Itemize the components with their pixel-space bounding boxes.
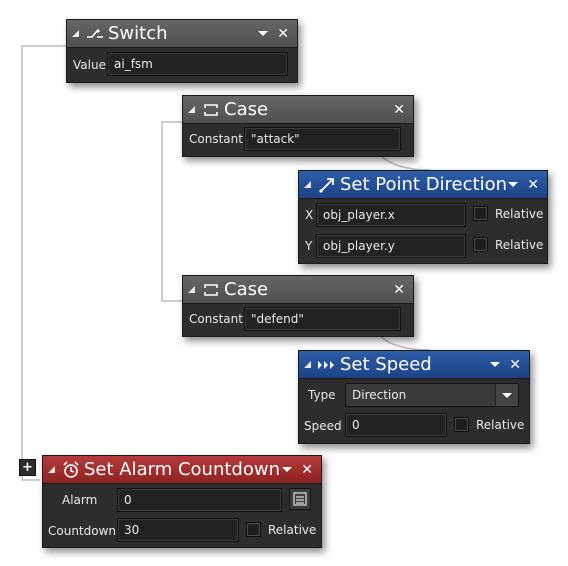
alarm-label: Alarm [62, 493, 98, 507]
constant-label: Constant [189, 132, 243, 146]
point-direction-header[interactable]: Set Point Direction ✕ [299, 171, 547, 199]
case-attack-block[interactable]: Case ✕ Constant "attack" [182, 95, 414, 157]
x-relative-label: Relative [495, 207, 544, 221]
block-title: Set Speed [340, 354, 432, 375]
case-icon [201, 281, 221, 299]
countdown-label: Countdown [48, 524, 117, 538]
point-direction-icon [317, 176, 337, 194]
case-header[interactable]: Case ✕ [183, 276, 413, 304]
y-relative-label: Relative [495, 238, 544, 252]
collapse-arrow-icon[interactable] [188, 286, 195, 293]
close-button[interactable]: ✕ [277, 26, 289, 42]
close-button[interactable]: ✕ [393, 102, 405, 118]
close-button[interactable]: ✕ [393, 282, 405, 298]
value-field[interactable]: ai_fsm [107, 52, 288, 76]
x-relative-checkbox[interactable] [473, 206, 488, 221]
y-field[interactable]: obj_player.y [316, 234, 466, 258]
block-menu-button[interactable] [282, 467, 293, 472]
switch-icon [85, 25, 105, 43]
speed-label: Speed [304, 419, 342, 433]
speed-field[interactable]: 0 [345, 413, 447, 437]
type-select[interactable]: Direction [345, 383, 519, 407]
close-button[interactable]: ✕ [509, 357, 521, 373]
chevron-down-icon[interactable] [495, 384, 518, 406]
collapse-arrow-icon[interactable] [48, 466, 55, 473]
countdown-relative-checkbox[interactable] [246, 522, 261, 537]
alarm-field[interactable]: 0 [117, 488, 282, 512]
block-menu-button[interactable] [508, 182, 519, 187]
case-icon [201, 101, 221, 119]
constant-field[interactable]: "defend" [244, 307, 401, 331]
collapse-arrow-icon[interactable] [304, 361, 311, 368]
alarm-clock-icon [61, 460, 81, 479]
close-button[interactable]: ✕ [301, 462, 313, 478]
countdown-relative-label: Relative [268, 523, 317, 537]
y-relative-checkbox[interactable] [473, 237, 488, 252]
block-menu-button[interactable] [258, 31, 269, 36]
constant-field[interactable]: "attack" [244, 127, 401, 151]
set-alarm-countdown-block[interactable]: Set Alarm Countdown ✕ Alarm 0 Countdown … [42, 455, 322, 548]
block-title: Set Point Direction [340, 174, 508, 195]
variable-picker-icon[interactable] [289, 488, 311, 510]
x-label: X [305, 208, 314, 222]
x-field[interactable]: obj_player.x [316, 203, 466, 227]
speed-icon [317, 356, 337, 374]
y-label: Y [305, 239, 313, 253]
switch-header[interactable]: Switch ✕ [67, 20, 297, 48]
block-title: Switch [108, 23, 168, 44]
expand-button[interactable]: + [19, 459, 36, 476]
collapse-arrow-icon[interactable] [188, 106, 195, 113]
collapse-arrow-icon[interactable] [304, 181, 311, 188]
switch-block[interactable]: Switch ✕ Value ai_fsm [66, 19, 298, 83]
constant-label: Constant [189, 312, 243, 326]
alarm-header[interactable]: Set Alarm Countdown ✕ [43, 456, 321, 484]
value-label: Value [73, 58, 106, 72]
block-title: Case [224, 99, 269, 120]
collapse-arrow-icon[interactable] [72, 30, 79, 37]
type-label: Type [308, 388, 336, 402]
set-speed-block[interactable]: Set Speed ✕ Type Direction Speed 0 Relat… [298, 350, 530, 444]
case-header[interactable]: Case ✕ [183, 96, 413, 124]
close-button[interactable]: ✕ [527, 177, 539, 193]
case-defend-block[interactable]: Case ✕ Constant "defend" [182, 275, 414, 337]
set-speed-header[interactable]: Set Speed ✕ [299, 351, 529, 379]
countdown-field[interactable]: 30 [117, 518, 239, 542]
type-select-value: Direction [352, 388, 407, 402]
block-title: Case [224, 279, 269, 300]
speed-relative-checkbox[interactable] [454, 417, 469, 432]
set-point-direction-block[interactable]: Set Point Direction ✕ X obj_player.x Rel… [298, 170, 548, 264]
block-menu-button[interactable] [490, 362, 501, 367]
block-title: Set Alarm Countdown [84, 459, 280, 480]
speed-relative-label: Relative [476, 418, 525, 432]
